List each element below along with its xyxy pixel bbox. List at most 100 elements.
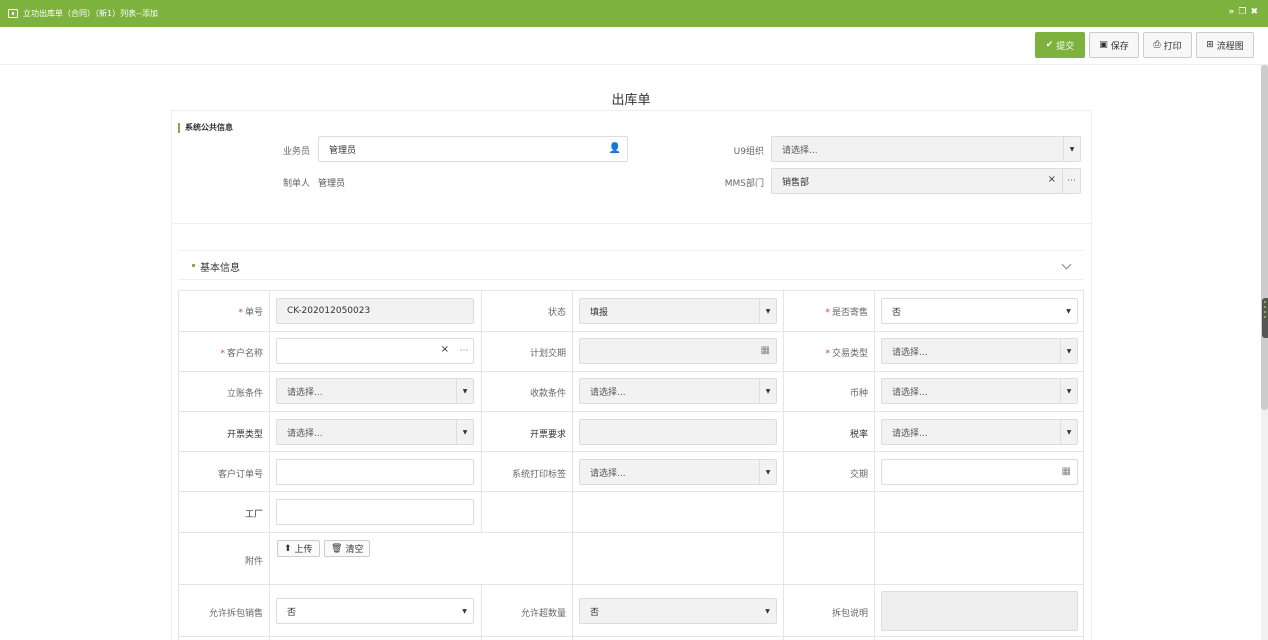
caret-down-icon: ▼ <box>1063 137 1080 161</box>
clear-icon[interactable]: × <box>441 344 449 355</box>
currency-placeholder: 请选择... <box>892 387 928 398</box>
caret-down-icon: ▼ <box>1060 379 1077 403</box>
invoice-type-select[interactable]: 请选择... ▼ <box>276 419 474 445</box>
side-panel-handle[interactable] <box>1262 298 1268 338</box>
upload-button[interactable]: ⬆ 上传 <box>277 540 320 557</box>
split-note-field[interactable] <box>881 591 1078 631</box>
u9-org-select[interactable]: 请选择... ▼ <box>771 136 1081 162</box>
account-cond-select[interactable]: 请选择... ▼ <box>276 378 474 404</box>
mms-dept-value: 销售部 <box>782 177 810 188</box>
window-titlebar: 立功出库单（合同）（新1）列表--添加 » ❐ ✖ <box>0 0 1268 27</box>
attach-label: 附件 <box>244 557 263 567</box>
caret-down-icon: ▼ <box>759 379 776 403</box>
calendar-icon[interactable]: ▦ <box>761 345 770 356</box>
split-sale-select[interactable]: 否 ▼ <box>276 598 474 624</box>
form-title: 出库单 <box>611 93 651 108</box>
order-no-value: CK-202012050023 <box>287 306 371 316</box>
split-sale-label: 允许拆包销售 <box>208 609 263 619</box>
save-button[interactable]: ▣ 保存 <box>1089 32 1139 58</box>
currency-select[interactable]: 请选择... ▼ <box>881 378 1078 404</box>
chevron-down-icon[interactable] <box>1061 259 1072 270</box>
delivery-field[interactable]: ▦ <box>881 459 1078 485</box>
caret-down-icon: ▼ <box>456 420 473 444</box>
trade-type-label: * 交易类型 <box>825 349 868 359</box>
receipt-cond-select[interactable]: 请选择... ▼ <box>579 378 777 404</box>
caret-down-icon: ▼ <box>759 460 776 484</box>
invoice-req-field[interactable] <box>579 419 777 445</box>
more-icon[interactable]: ⋯ <box>455 339 473 363</box>
trade-type-select[interactable]: 请选择... ▼ <box>881 338 1078 364</box>
over-qty-label: 允许超数量 <box>520 609 566 619</box>
section-divider <box>172 223 1091 224</box>
salesman-value: 管理员 <box>329 145 357 156</box>
clear-button[interactable]: 🗑 清空 <box>324 540 371 557</box>
flowchart-button[interactable]: ⊞ 流程图 <box>1196 32 1254 58</box>
trash-icon: 🗑 <box>331 543 343 554</box>
creator-value: 管理员 <box>318 179 346 189</box>
flowchart-label: 流程图 <box>1216 41 1244 52</box>
factory-label: 工厂 <box>244 510 263 520</box>
section-dot-icon <box>192 264 195 267</box>
toolbar: ✔ 提交 ▣ 保存 ⎙ 打印 ⊞ 流程图 <box>0 27 1268 65</box>
split-sale-value: 否 <box>287 607 297 618</box>
save-label: 保存 <box>1110 41 1129 52</box>
submit-label: 提交 <box>1056 41 1075 52</box>
mms-dept-field[interactable]: 销售部 × ⋯ <box>771 168 1081 194</box>
status-select[interactable]: 填报 ▼ <box>579 298 777 324</box>
print-tag-select[interactable]: 请选择... ▼ <box>579 459 777 485</box>
restore-icon[interactable]: ❐ <box>1238 7 1246 17</box>
caret-down-icon: ▼ <box>759 299 776 323</box>
base-info-header[interactable]: 基本信息 <box>178 250 1084 280</box>
order-no-field[interactable]: CK-202012050023 <box>276 298 474 324</box>
trade-type-placeholder: 请选择... <box>892 347 928 358</box>
clear-icon[interactable]: × <box>1048 174 1056 185</box>
consign-value: 否 <box>892 307 902 318</box>
account-cond-label: 立账条件 <box>226 389 263 399</box>
status-value: 填报 <box>590 307 609 318</box>
receipt-cond-placeholder: 请选择... <box>590 387 626 398</box>
split-note-label: 拆包说明 <box>831 609 868 619</box>
status-label: 状态 <box>547 308 566 318</box>
order-no-label: * 单号 <box>238 308 263 318</box>
over-qty-select[interactable]: 否 ▼ <box>579 598 777 624</box>
cust-order-field[interactable] <box>276 459 474 485</box>
tax-rate-select[interactable]: 请选择... ▼ <box>881 419 1078 445</box>
invoice-type-label: 开票类型 <box>226 430 263 440</box>
submit-button[interactable]: ✔ 提交 <box>1035 32 1085 58</box>
plan-date-label: 计划交期 <box>529 349 566 359</box>
tax-rate-placeholder: 请选择... <box>892 428 928 439</box>
collapse-icon[interactable]: » <box>1229 7 1235 17</box>
account-cond-placeholder: 请选择... <box>287 387 323 398</box>
over-qty-value: 否 <box>590 607 600 618</box>
u9-org-label: U9组织 <box>733 147 764 157</box>
caret-down-icon: ▼ <box>1060 339 1077 363</box>
customer-field[interactable]: × ⋯ <box>276 338 474 364</box>
window-title: 立功出库单（合同）（新1）列表--添加 <box>23 9 158 18</box>
factory-field[interactable] <box>276 499 474 525</box>
salesman-label: 业务员 <box>282 147 310 157</box>
save-icon: ▣ <box>1099 40 1108 50</box>
receipt-cond-label: 收款条件 <box>529 389 566 399</box>
print-tag-label: 系统打印标签 <box>511 470 566 480</box>
public-info-title: 系统公共信息 <box>178 123 233 133</box>
window-controls: » ❐ ✖ <box>1229 7 1258 17</box>
close-icon[interactable]: ✖ <box>1250 7 1258 17</box>
calendar-icon[interactable]: ▦ <box>1062 466 1071 477</box>
caret-down-icon: ▼ <box>1060 420 1077 444</box>
salesman-field[interactable]: 管理员 👤 <box>318 136 628 162</box>
scrollbar-thumb[interactable] <box>1261 65 1268 410</box>
u9-org-placeholder: 请选择... <box>782 145 818 156</box>
print-button[interactable]: ⎙ 打印 <box>1143 32 1192 58</box>
check-icon: ✔ <box>1045 40 1054 50</box>
caret-down-icon: ▼ <box>462 607 467 615</box>
tax-rate-label: 税率 <box>849 430 868 440</box>
customer-label: * 客户名称 <box>220 349 263 359</box>
form-icon <box>8 9 18 18</box>
caret-down-icon: ▼ <box>456 379 473 403</box>
plan-date-field[interactable]: ▦ <box>579 338 777 364</box>
user-icon[interactable]: 👤 <box>609 143 621 154</box>
consign-select[interactable]: 否 ▼ <box>881 298 1078 324</box>
more-icon[interactable]: ⋯ <box>1062 169 1080 193</box>
print-tag-placeholder: 请选择... <box>590 468 626 479</box>
invoice-req-label: 开票要求 <box>529 430 566 440</box>
